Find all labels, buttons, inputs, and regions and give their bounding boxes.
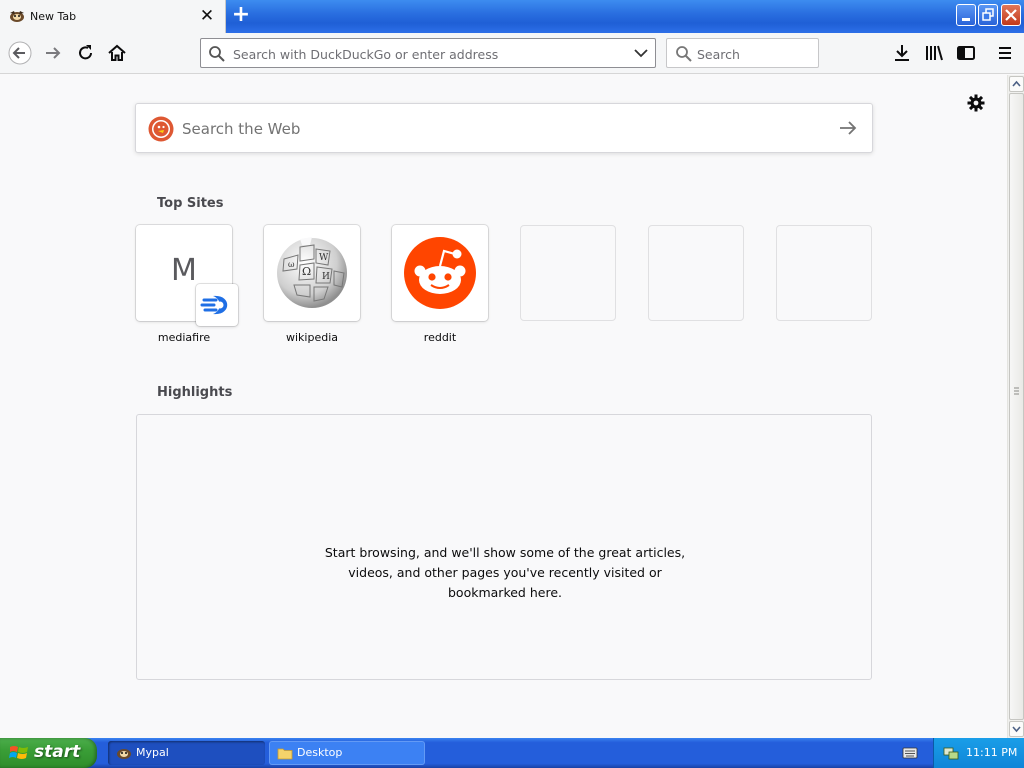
- back-arrow-icon[interactable]: [8, 41, 32, 65]
- highlights-heading: Highlights: [157, 385, 233, 400]
- scroll-up-button[interactable]: [1009, 76, 1024, 92]
- highlights-empty-state: Start browsing, and we'll show some of t…: [136, 414, 872, 680]
- new-tab-plus-icon[interactable]: +: [231, 4, 251, 27]
- navigation-toolbar: [0, 33, 1024, 74]
- folder-icon: [277, 748, 293, 760]
- search-icon: [209, 46, 225, 62]
- restore-button[interactable]: [978, 4, 998, 26]
- search-bar[interactable]: [666, 38, 819, 68]
- vertical-scrollbar[interactable]: [1007, 75, 1024, 738]
- highlights-message: Start browsing, and we'll show some of t…: [137, 543, 873, 603]
- highlights-message-line: videos, and other pages you've recently …: [348, 565, 662, 580]
- top-site-mediafire[interactable]: M: [136, 225, 238, 326]
- top-site-empty-slot: [520, 225, 616, 321]
- web-search-placeholder: Search the Web: [182, 120, 301, 138]
- top-site-label: reddit: [423, 331, 457, 344]
- top-site-label: wikipedia: [285, 331, 338, 344]
- top-site-reddit[interactable]: [392, 225, 488, 321]
- top-sites-heading: Top Sites: [157, 196, 224, 211]
- reload-icon[interactable]: [74, 41, 98, 65]
- address-bar[interactable]: [200, 38, 656, 68]
- windows-logo-icon: [9, 746, 28, 759]
- top-site-label: mediafire: [157, 331, 211, 344]
- search-input[interactable]: [697, 45, 812, 63]
- top-site-wikipedia[interactable]: Ω W ω И: [264, 225, 360, 321]
- svg-text:И: И: [322, 272, 330, 282]
- mypal-favicon-icon: [117, 749, 131, 759]
- arrow-right-icon[interactable]: [838, 119, 858, 137]
- menu-icon[interactable]: [993, 41, 1017, 65]
- minimize-button[interactable]: [956, 4, 976, 26]
- system-tray: 11:11 PM: [933, 738, 1024, 768]
- new-tab-page: Search the Web Top Sites M mediafire Ω W…: [0, 75, 1007, 738]
- scrollbar-thumb[interactable]: [1009, 93, 1024, 720]
- duckduckgo-icon: [148, 116, 174, 142]
- chevron-down-icon: [1012, 726, 1021, 733]
- taskbar-item-mypal[interactable]: Mypal: [108, 741, 265, 765]
- wikipedia-globe-icon: Ω W ω И: [277, 237, 347, 308]
- mypal-favicon-icon: [10, 11, 24, 22]
- sidebar-icon[interactable]: [954, 41, 978, 65]
- start-label: start: [34, 742, 81, 762]
- minimize-icon: [962, 18, 970, 21]
- mediafire-badge: [196, 284, 238, 326]
- start-button[interactable]: start: [0, 738, 97, 768]
- library-icon[interactable]: [922, 41, 946, 65]
- close-icon: [1005, 9, 1017, 21]
- taskbar-item-label: Mypal: [136, 746, 169, 759]
- highlights-message-line: Start browsing, and we'll show some of t…: [324, 545, 686, 560]
- web-search-box[interactable]: Search the Web: [135, 103, 873, 153]
- svg-text:W: W: [319, 253, 329, 263]
- network-icon[interactable]: [943, 745, 959, 761]
- taskbar-item-desktop[interactable]: Desktop: [269, 741, 425, 765]
- keyboard-icon[interactable]: [902, 746, 918, 760]
- download-icon[interactable]: [890, 41, 914, 65]
- window-close-button[interactable]: [1001, 4, 1021, 26]
- tab-new-tab[interactable]: New Tab ✕: [0, 0, 226, 34]
- site-letter-fallback: M: [171, 253, 197, 288]
- top-site-empty-slot: [648, 225, 744, 321]
- home-icon[interactable]: [105, 41, 129, 65]
- gear-icon[interactable]: [966, 93, 986, 113]
- clock: 11:11 PM: [966, 746, 1018, 759]
- top-site-empty-slot: [776, 225, 872, 321]
- taskbar: start Mypal Desktop 11:11 PM: [0, 738, 1024, 768]
- highlights-message-line: bookmarked here.: [448, 585, 562, 600]
- reddit-alien-icon: [404, 237, 476, 309]
- grip-icon: [1014, 387, 1019, 395]
- scroll-down-button[interactable]: [1009, 721, 1024, 737]
- tab-close-icon[interactable]: ✕: [199, 7, 215, 25]
- tab-title: New Tab: [30, 10, 77, 23]
- address-input[interactable]: [233, 45, 613, 63]
- chevron-up-icon: [1012, 80, 1021, 87]
- search-icon: [676, 46, 692, 62]
- svg-text:ω: ω: [288, 260, 295, 269]
- forward-arrow-icon[interactable]: [41, 41, 65, 65]
- mediafire-icon: [200, 295, 228, 315]
- taskbar-item-label: Desktop: [297, 746, 343, 759]
- restore-icon: [982, 8, 994, 21]
- title-bar: New Tab ✕ +: [0, 0, 1024, 34]
- chevron-down-icon[interactable]: [634, 47, 648, 59]
- svg-text:Ω: Ω: [302, 265, 311, 278]
